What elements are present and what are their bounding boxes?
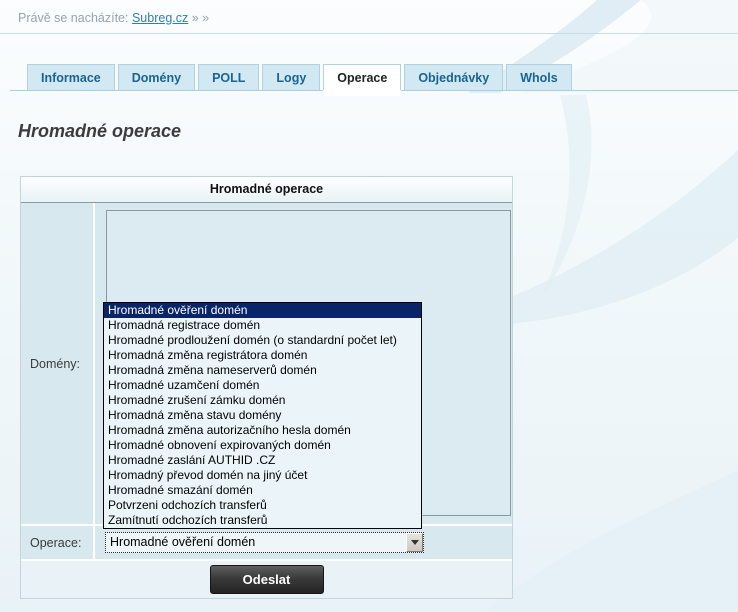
dropdown-option[interactable]: Hromadné prodloužení domén (o standardní… <box>104 333 421 348</box>
tab-operace[interactable]: Operace <box>323 64 401 90</box>
dropdown-option[interactable]: Hromadná změna stavu domény <box>104 408 421 423</box>
tab-logy[interactable]: Logy <box>262 64 320 90</box>
form-header-title: Hromadné operace <box>21 177 512 203</box>
dropdown-option[interactable]: Hromadné zaslání AUTHID .CZ <box>104 453 421 468</box>
dropdown-option[interactable]: Hromadné smazání domén <box>104 483 421 498</box>
page-title: Hromadné operace <box>18 121 181 142</box>
dropdown-option[interactable]: Hromadné zrušení zámku domén <box>104 393 421 408</box>
tab-domeny[interactable]: Domény <box>118 64 195 90</box>
tabs-row: InformaceDoményPOLLLogyOperaceObjednávky… <box>10 62 738 91</box>
operation-cell: Hromadné ověření domén <box>95 526 512 559</box>
tab-objednavky[interactable]: Objednávky <box>404 64 503 90</box>
operation-select[interactable]: Hromadné ověření domén <box>105 532 424 553</box>
tab-informace[interactable]: Informace <box>27 64 115 90</box>
breadcrumb: Právě se nacházíte: Subreg.cz » » <box>0 0 738 34</box>
dropdown-option[interactable]: Hromadné uzamčení domén <box>104 378 421 393</box>
dropdown-option[interactable]: Hromadná registrace domén <box>104 318 421 333</box>
dropdown-arrow-button[interactable] <box>406 533 423 552</box>
dropdown-option[interactable]: Zamítnutí odchozích transferů <box>104 513 421 528</box>
dropdown-option[interactable]: Hromadná změna nameserverů domén <box>104 363 421 378</box>
dropdown-option[interactable]: Hromadná změna registrátora domén <box>104 348 421 363</box>
domains-label: Domény: <box>21 203 95 524</box>
dropdown-option[interactable]: Hromadné obnovení expirovaných domén <box>104 438 421 453</box>
form-footer: Odeslat <box>21 559 512 598</box>
operation-dropdown-list: Hromadné ověření doménHromadná registrac… <box>103 302 422 529</box>
operation-select-value: Hromadné ověření domén <box>106 533 406 552</box>
dropdown-option[interactable]: Hromadný převod domén na jiný účet <box>104 468 421 483</box>
dropdown-option[interactable]: Hromadné ověření domén <box>104 303 421 318</box>
dropdown-option[interactable]: Potvrzeni odchozích transferů <box>104 498 421 513</box>
dropdown-arrow-icon <box>411 540 419 545</box>
dropdown-option[interactable]: Hromadná změna autorizačního hesla domén <box>104 423 421 438</box>
operation-label: Operace: <box>21 526 95 559</box>
breadcrumb-text: Právě se nacházíte: <box>18 11 128 25</box>
operation-row: Operace: Hromadné ověření domén <box>21 524 512 559</box>
tab-whols[interactable]: Whols <box>506 64 572 90</box>
submit-button[interactable]: Odeslat <box>210 565 324 594</box>
breadcrumb-link-subreg[interactable]: Subreg.cz <box>132 11 188 25</box>
tab-poll[interactable]: POLL <box>198 64 259 90</box>
breadcrumb-separators: » » <box>192 11 209 25</box>
page: Právě se nacházíte: Subreg.cz » » Inform… <box>0 0 738 612</box>
